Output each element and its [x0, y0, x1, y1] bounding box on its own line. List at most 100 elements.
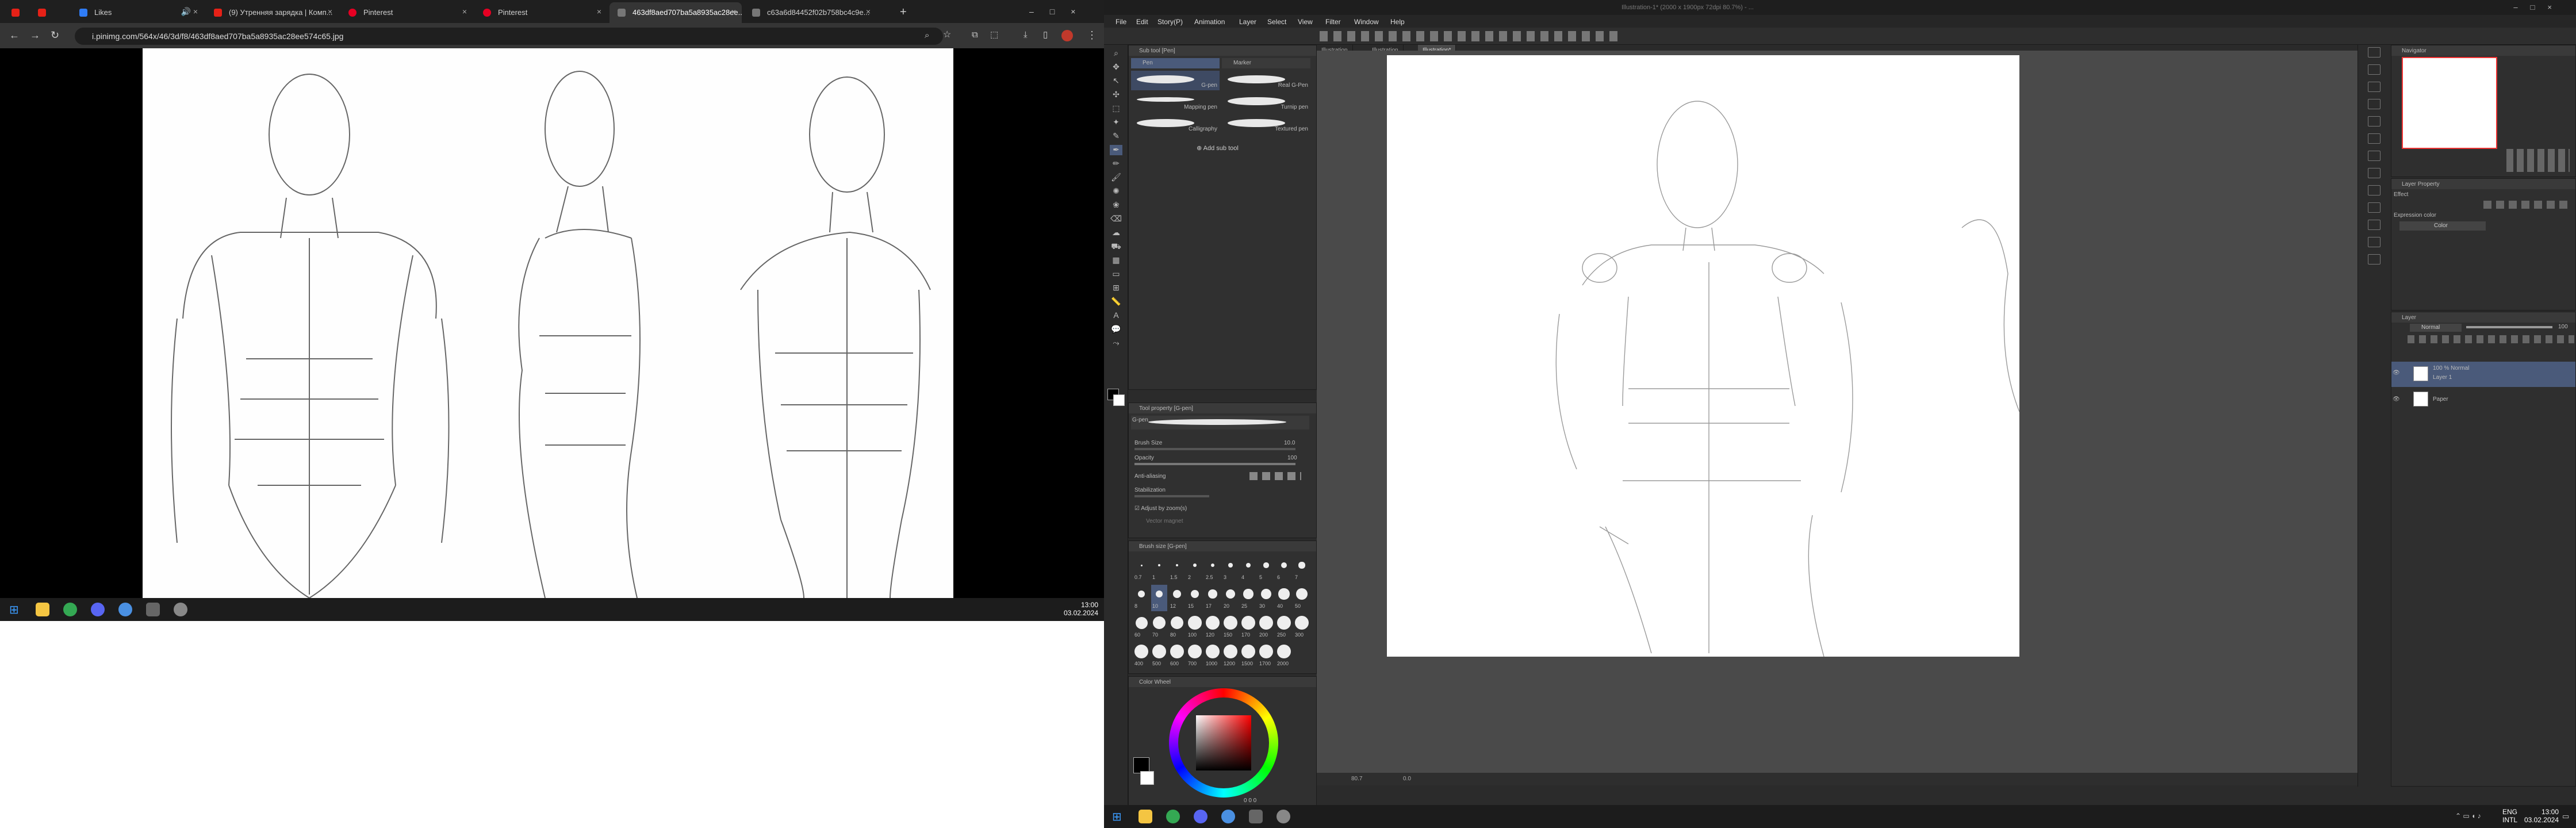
discord-icon[interactable]	[91, 603, 105, 616]
brush-real-g-pen[interactable]: Real G-Pen	[1222, 71, 1310, 90]
brush-size-option[interactable]: 1.5	[1169, 556, 1185, 582]
window-controls[interactable]: –□×	[2513, 3, 2564, 12]
tab-likes[interactable]: Likes 🔊 ×	[71, 2, 204, 23]
panel-icon[interactable]	[2368, 82, 2380, 92]
brush-tool-icon[interactable]: 🖌	[1110, 172, 1122, 183]
brush-size-option[interactable]: 80	[1169, 614, 1185, 640]
brush-size-option[interactable]: 1200	[1222, 642, 1239, 669]
brush-size-option[interactable]: 4	[1240, 556, 1256, 582]
menu-view[interactable]: View	[1298, 18, 1313, 26]
brush-size-option[interactable]: 3	[1222, 556, 1239, 582]
brush-mapping-pen[interactable]: Mapping pen	[1131, 93, 1220, 112]
brush-size-option[interactable]: 25	[1240, 585, 1256, 611]
brush-size-option[interactable]: 200	[1258, 614, 1274, 640]
navigator-preview[interactable]	[2402, 57, 2497, 149]
panel-icon[interactable]	[2368, 151, 2380, 161]
extensions-puzzle-icon[interactable]: ⬚	[990, 30, 998, 40]
correct-line-tool-icon[interactable]: ⤳	[1110, 338, 1122, 348]
angle-value[interactable]: 0.0	[1403, 776, 1411, 782]
eye-icon[interactable]: 👁	[2393, 370, 2400, 376]
brush-size-option[interactable]: 120	[1205, 614, 1221, 640]
app-icon[interactable]	[146, 603, 160, 616]
menu-window[interactable]: Window	[1354, 18, 1379, 26]
brush-size-option[interactable]: 7	[1294, 556, 1310, 582]
expression-color-select[interactable]: Color	[2399, 221, 2486, 231]
operation-tool-icon[interactable]: ↖	[1110, 76, 1122, 86]
panel-icon[interactable]	[2368, 116, 2380, 126]
brush-size-option[interactable]: 500	[1151, 642, 1167, 669]
brush-size-option[interactable]: 6	[1276, 556, 1292, 582]
close-icon[interactable]: ×	[866, 7, 871, 16]
close-icon[interactable]: 🔊 ×	[181, 7, 198, 17]
frame-tool-icon[interactable]: ⊞	[1110, 283, 1122, 293]
file-explorer-icon[interactable]	[36, 603, 49, 616]
file-explorer-icon[interactable]	[1138, 810, 1152, 823]
extension-icon[interactable]: ⧉	[972, 30, 978, 40]
tab-image-2[interactable]: c63a6d84452f02b758bc4c9e... ×	[744, 2, 876, 23]
brush-size-slider[interactable]	[1134, 448, 1295, 450]
zoom-value[interactable]: 80.7	[1351, 776, 1362, 782]
text-tool-icon[interactable]: A	[1110, 310, 1122, 321]
brush-size-option[interactable]: 50	[1294, 585, 1310, 611]
menu-help[interactable]: Help	[1390, 18, 1405, 26]
input-language[interactable]: ENG INTL	[2494, 808, 2517, 824]
address-bar[interactable]: i.pinimg.com/564x/46/3d/f8/463df8aed707b…	[75, 28, 943, 45]
menu-layer[interactable]: Layer	[1239, 18, 1256, 26]
panel-icon[interactable]	[2368, 99, 2380, 109]
close-icon[interactable]: ×	[462, 7, 467, 16]
new-tab-button[interactable]: +	[900, 6, 907, 19]
brush-size-option[interactable]: 2000	[1276, 642, 1292, 669]
move-layer-tool-icon[interactable]: ✣	[1110, 90, 1122, 100]
selection-tool-icon[interactable]: ⬚	[1110, 103, 1122, 114]
figure-tool-icon[interactable]: ▭	[1110, 269, 1122, 279]
brush-size-option[interactable]: 1	[1151, 556, 1167, 582]
brush-size-option[interactable]: 400	[1133, 642, 1149, 669]
brush-size-option[interactable]: 600	[1169, 642, 1185, 669]
brush-size-option[interactable]: 70	[1151, 614, 1167, 640]
brush-size-option[interactable]: 250	[1276, 614, 1292, 640]
brush-size-option[interactable]: 17	[1205, 585, 1221, 611]
decoration-tool-icon[interactable]: ❀	[1110, 200, 1122, 210]
layer-opacity-slider[interactable]	[2466, 326, 2552, 328]
tab-image-active[interactable]: 463df8aed707ba5a8935ac28ee... ×	[610, 2, 742, 23]
layer-opacity-value[interactable]: 100	[2558, 324, 2568, 330]
tab-pinned-2[interactable]	[30, 2, 55, 23]
close-icon[interactable]: ×	[328, 7, 332, 16]
drawing-paper[interactable]	[1387, 55, 2020, 657]
auto-select-tool-icon[interactable]: ✦	[1110, 117, 1122, 128]
group-pen-tab[interactable]: Pen	[1131, 58, 1220, 68]
notification-icon[interactable]: ▭	[2562, 812, 2569, 821]
layer-toolbar[interactable]	[2408, 335, 2574, 343]
tab-pinterest-1[interactable]: Pinterest ×	[340, 2, 473, 23]
sub-color-swatch[interactable]	[1140, 771, 1154, 785]
effect-buttons[interactable]	[2483, 201, 2570, 209]
zoom-icon[interactable]: ⌕	[925, 30, 929, 41]
layer-row-layer1[interactable]: 👁 100 % Normal Layer 1	[2391, 362, 2575, 387]
bookmark-star-icon[interactable]: ☆	[943, 30, 951, 40]
stabilization-slider[interactable]	[1134, 495, 1209, 497]
system-clock[interactable]: 13:00 03.02.2024	[1058, 601, 1098, 617]
brush-size-option[interactable]: 12	[1169, 585, 1185, 611]
brush-size-option[interactable]: 40	[1276, 585, 1292, 611]
panel-icon[interactable]	[2368, 185, 2380, 195]
back-button[interactable]: ←	[9, 30, 20, 40]
window-controls[interactable]: –□×	[1029, 7, 1091, 16]
blend-mode-select[interactable]: Normal	[2410, 324, 2462, 332]
brush-size-option[interactable]: 100	[1187, 614, 1203, 640]
navigator-icon[interactable]	[2368, 47, 2380, 57]
brush-size-option[interactable]: 1500	[1240, 642, 1256, 669]
add-sub-tool-button[interactable]: ⊕ Add sub tool	[1197, 144, 1239, 152]
panel-icon[interactable]	[2368, 202, 2380, 213]
brush-size-option[interactable]: 60	[1133, 614, 1149, 640]
airbrush-tool-icon[interactable]: ✺	[1110, 186, 1122, 197]
brush-size-option[interactable]: 170	[1240, 614, 1256, 640]
layer-row-paper[interactable]: 👁 Paper	[2391, 388, 2575, 411]
tab-youtube[interactable]: (9) Утренняя зарядка | Комп... ×	[206, 2, 338, 23]
brush-size-option[interactable]: 20	[1222, 585, 1239, 611]
download-icon[interactable]: ⤓	[1023, 30, 1028, 40]
brush-calligraphy[interactable]: Calligraphy	[1131, 114, 1220, 134]
panel-icon[interactable]	[2368, 237, 2380, 247]
brush-turnip-pen[interactable]: Turnip pen	[1222, 93, 1310, 112]
zoom-tool-icon[interactable]: ⌕	[1110, 48, 1122, 59]
start-button[interactable]: ⊞	[1112, 810, 1122, 824]
